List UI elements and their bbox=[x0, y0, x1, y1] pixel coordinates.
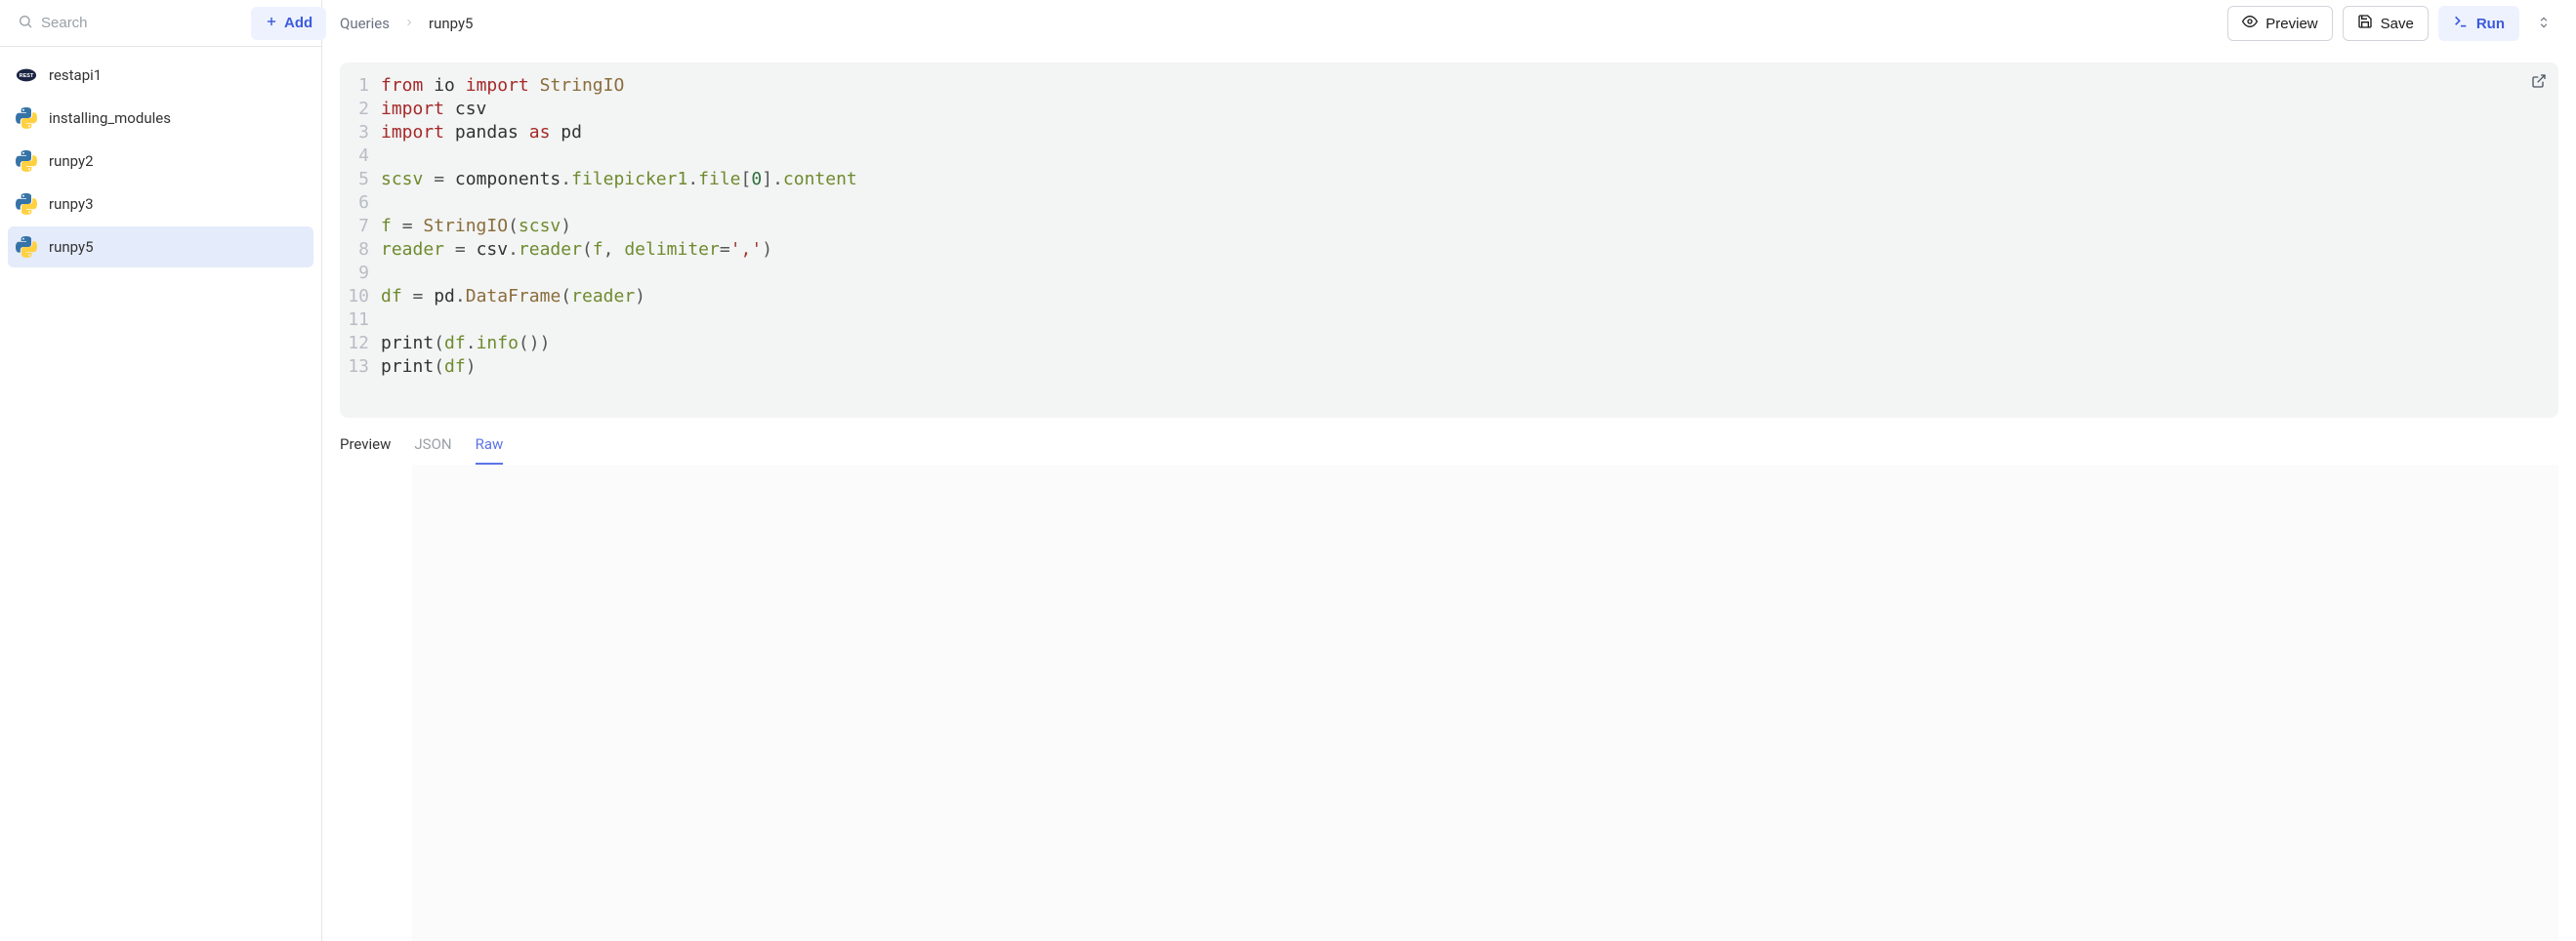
code-line[interactable]: 13print(df) bbox=[348, 355, 2545, 379]
topbar-actions: Preview Save Run bbox=[2227, 6, 2558, 41]
sidebar: Add REST restapi1 installing_modules runpy2… bbox=[0, 0, 322, 941]
sidebar-item-installing_modules[interactable]: installing_modules bbox=[8, 98, 313, 139]
code-line[interactable]: 4 bbox=[348, 144, 2545, 168]
code-line[interactable]: 8reader = csv.reader(f, delimiter=',') bbox=[348, 238, 2545, 262]
line-number: 5 bbox=[348, 168, 381, 191]
code-content[interactable]: import pandas as pd bbox=[381, 121, 582, 144]
result-panel bbox=[412, 465, 2558, 941]
code-line[interactable]: 11 bbox=[348, 308, 2545, 332]
code-line[interactable]: 5scsv = components.filepicker1.file[0].c… bbox=[348, 168, 2545, 191]
code-line[interactable]: 10df = pd.DataFrame(reader) bbox=[348, 285, 2545, 308]
python-icon bbox=[16, 107, 37, 129]
code-content[interactable]: reader = csv.reader(f, delimiter=',') bbox=[381, 238, 772, 262]
line-number: 8 bbox=[348, 238, 381, 262]
terminal-icon bbox=[2453, 14, 2469, 33]
save-label: Save bbox=[2381, 16, 2414, 32]
plus-icon bbox=[265, 15, 278, 32]
code-content[interactable]: f = StringIO(scsv) bbox=[381, 215, 571, 238]
preview-label: Preview bbox=[2265, 16, 2317, 32]
code-line[interactable]: 2import csv bbox=[348, 98, 2545, 121]
chevrons-vertical-icon bbox=[2537, 18, 2551, 32]
search-icon bbox=[18, 14, 33, 33]
main: Queries runpy5 Preview Save bbox=[322, 0, 2576, 941]
line-number: 4 bbox=[348, 144, 381, 168]
line-number: 2 bbox=[348, 98, 381, 121]
code-line[interactable]: 7f = StringIO(scsv) bbox=[348, 215, 2545, 238]
code-content[interactable]: from io import StringIO bbox=[381, 74, 624, 98]
code-editor[interactable]: 1from io import StringIO2import csv3impo… bbox=[340, 62, 2558, 418]
line-number: 9 bbox=[348, 262, 381, 285]
add-button[interactable]: Add bbox=[251, 7, 326, 40]
sidebar-list: REST restapi1 installing_modules runpy2 runp… bbox=[0, 47, 321, 275]
sidebar-item-runpy3[interactable]: runpy3 bbox=[8, 184, 313, 225]
python-icon bbox=[16, 193, 37, 215]
sidebar-item-restapi1[interactable]: REST restapi1 bbox=[8, 55, 313, 96]
sidebar-item-label: runpy3 bbox=[49, 195, 94, 213]
line-number: 13 bbox=[348, 355, 381, 379]
more-button[interactable] bbox=[2529, 10, 2558, 38]
add-label: Add bbox=[284, 15, 312, 31]
code-content[interactable]: print(df.info()) bbox=[381, 332, 550, 355]
run-button[interactable]: Run bbox=[2438, 6, 2519, 41]
sidebar-item-runpy2[interactable]: runpy2 bbox=[8, 141, 313, 182]
code-content[interactable]: import csv bbox=[381, 98, 486, 121]
topbar: Queries runpy5 Preview Save bbox=[322, 0, 2576, 47]
tab-preview[interactable]: Preview bbox=[340, 435, 391, 465]
code-content[interactable] bbox=[381, 191, 392, 215]
code-content[interactable]: print(df) bbox=[381, 355, 477, 379]
chevron-right-icon bbox=[403, 15, 415, 32]
code-content[interactable] bbox=[381, 144, 392, 168]
sidebar-item-label: installing_modules bbox=[49, 109, 171, 127]
code-line[interactable]: 9 bbox=[348, 262, 2545, 285]
expand-icon[interactable] bbox=[2531, 72, 2547, 96]
line-number: 1 bbox=[348, 74, 381, 98]
eye-icon bbox=[2242, 14, 2258, 33]
tab-raw[interactable]: Raw bbox=[476, 435, 504, 465]
svg-text:REST: REST bbox=[20, 73, 34, 79]
breadcrumb-root[interactable]: Queries bbox=[340, 15, 390, 32]
save-icon bbox=[2357, 14, 2373, 33]
tab-json[interactable]: JSON bbox=[414, 435, 451, 465]
sidebar-item-runpy5[interactable]: runpy5 bbox=[8, 226, 313, 267]
code-line[interactable]: 6 bbox=[348, 191, 2545, 215]
run-label: Run bbox=[2476, 16, 2505, 32]
preview-button[interactable]: Preview bbox=[2227, 6, 2332, 41]
line-number: 12 bbox=[348, 332, 381, 355]
python-icon bbox=[16, 150, 37, 172]
code-content[interactable]: scsv = components.filepicker1.file[0].co… bbox=[381, 168, 857, 191]
rest-api-icon: REST bbox=[16, 64, 37, 86]
line-number: 10 bbox=[348, 285, 381, 308]
code-line[interactable]: 3import pandas as pd bbox=[348, 121, 2545, 144]
sidebar-item-label: runpy2 bbox=[49, 152, 94, 170]
code-line[interactable]: 1from io import StringIO bbox=[348, 74, 2545, 98]
code-content[interactable]: df = pd.DataFrame(reader) bbox=[381, 285, 645, 308]
search-box[interactable] bbox=[10, 10, 243, 37]
save-button[interactable]: Save bbox=[2343, 6, 2429, 41]
line-number: 6 bbox=[348, 191, 381, 215]
code-content[interactable] bbox=[381, 308, 392, 332]
breadcrumb-current: runpy5 bbox=[429, 15, 474, 32]
line-number: 11 bbox=[348, 308, 381, 332]
python-icon bbox=[16, 236, 37, 258]
sidebar-item-label: runpy5 bbox=[49, 238, 94, 256]
line-number: 7 bbox=[348, 215, 381, 238]
code-line[interactable]: 12print(df.info()) bbox=[348, 332, 2545, 355]
result-tabs: Preview JSON Raw bbox=[340, 418, 2558, 465]
code-content[interactable] bbox=[381, 262, 392, 285]
sidebar-header: Add bbox=[0, 0, 321, 47]
search-input[interactable] bbox=[41, 15, 235, 31]
line-number: 3 bbox=[348, 121, 381, 144]
sidebar-item-label: restapi1 bbox=[49, 66, 102, 84]
breadcrumb: Queries runpy5 bbox=[340, 15, 474, 32]
content: 1from io import StringIO2import csv3impo… bbox=[322, 47, 2576, 941]
